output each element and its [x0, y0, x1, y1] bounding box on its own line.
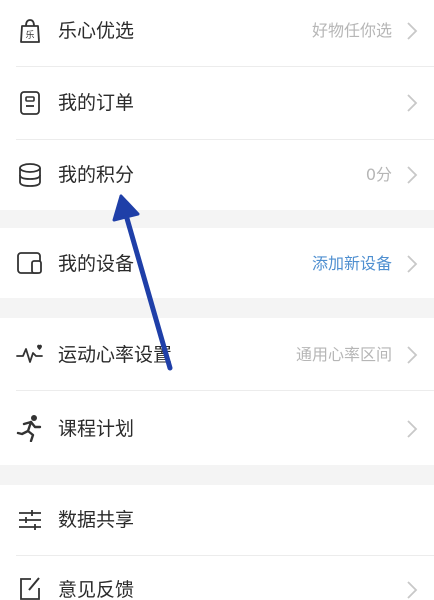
- chevron-right-icon: [407, 166, 418, 184]
- add-device-link[interactable]: 添加新设备: [312, 253, 392, 275]
- menu-value: 0分: [365, 165, 392, 184]
- menu-item-my-points[interactable]: 我的积分 0分: [0, 140, 434, 210]
- menu-item-data-share[interactable]: 数据共享: [0, 485, 434, 555]
- menu-label: 乐心优选: [58, 20, 135, 42]
- heart-rate-icon: [16, 340, 44, 368]
- menu-item-my-orders[interactable]: 我的订单: [0, 67, 434, 139]
- svg-text:乐: 乐: [25, 29, 34, 41]
- order-clipboard-icon: [16, 89, 44, 117]
- menu-label: 我的积分: [58, 164, 135, 186]
- chevron-right-icon: [407, 22, 418, 40]
- menu-label: 我的订单: [58, 92, 135, 114]
- menu-label: 课程计划: [58, 418, 135, 440]
- settings-screen: 乐 乐心优选 好物任你选 我的订单 我的积分 0分 我的设备 添加新设备 运动心…: [0, 0, 434, 600]
- chevron-right-icon: [407, 346, 418, 364]
- chevron-right-icon: [407, 420, 418, 438]
- menu-label: 意见反馈: [58, 579, 135, 600]
- chevron-right-icon: [407, 581, 418, 599]
- section-gap: [0, 210, 434, 228]
- menu-item-heart-rate[interactable]: 运动心率设置 通用心率区间: [0, 318, 434, 390]
- section-gap: [0, 465, 434, 485]
- running-person-icon: [16, 414, 44, 442]
- menu-label: 运动心率设置: [58, 344, 173, 366]
- menu-label: 数据共享: [58, 509, 135, 531]
- menu-value: 通用心率区间: [295, 345, 392, 364]
- sliders-icon: [16, 506, 44, 534]
- chevron-right-icon: [407, 94, 418, 112]
- menu-label: 我的设备: [58, 253, 135, 275]
- menu-item-lexin-select[interactable]: 乐 乐心优选 好物任你选: [0, 0, 434, 66]
- menu-item-my-devices[interactable]: 我的设备 添加新设备: [0, 228, 434, 298]
- device-icon: [16, 249, 44, 277]
- menu-value: 好物任你选: [311, 21, 392, 40]
- chevron-right-icon: [407, 255, 418, 273]
- edit-icon: [16, 574, 44, 600]
- shopping-bag-icon: 乐: [16, 17, 44, 45]
- coin-stack-icon: [16, 161, 44, 189]
- section-gap: [0, 298, 434, 318]
- menu-item-feedback[interactable]: 意见反馈: [0, 556, 434, 600]
- menu-item-course-plan[interactable]: 课程计划: [0, 391, 434, 465]
